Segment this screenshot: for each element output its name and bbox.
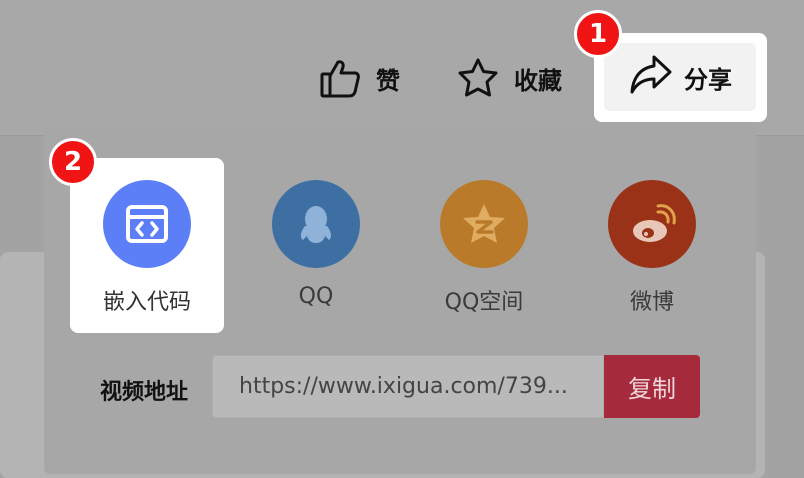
weibo-icon bbox=[608, 180, 696, 268]
like-button[interactable]: 赞 bbox=[318, 56, 400, 100]
share-option-weibo[interactable]: 微博 bbox=[577, 180, 727, 316]
embed-code-icon bbox=[103, 180, 191, 268]
share-option-label: QQ bbox=[298, 284, 334, 309]
share-option-qq[interactable]: QQ bbox=[241, 180, 391, 309]
annotation-badge-2: 2 bbox=[49, 138, 97, 186]
favorite-label: 收藏 bbox=[514, 66, 562, 95]
share-option-label: 嵌入代码 bbox=[102, 290, 191, 315]
star-icon bbox=[456, 56, 500, 100]
share-label: 分享 bbox=[684, 65, 732, 94]
qzone-icon bbox=[440, 180, 528, 268]
share-option-embed-code[interactable]: 嵌入代码 bbox=[72, 180, 222, 316]
share-option-label: 微博 bbox=[629, 290, 674, 315]
share-option-qzone[interactable]: QQ空间 bbox=[409, 180, 559, 316]
copy-button[interactable]: 复制 bbox=[604, 355, 700, 418]
video-url-label: 视频地址 bbox=[100, 380, 189, 405]
favorite-button[interactable]: 收藏 bbox=[456, 56, 562, 100]
share-button[interactable]: 分享 bbox=[604, 43, 756, 111]
share-arrow-icon bbox=[628, 52, 674, 102]
thumbs-up-icon bbox=[318, 56, 362, 100]
like-label: 赞 bbox=[376, 66, 400, 95]
annotation-badge-1: 1 bbox=[574, 10, 622, 58]
share-option-label: QQ空间 bbox=[444, 290, 524, 315]
video-url-field[interactable]: https://www.ixigua.com/739... bbox=[212, 355, 604, 418]
qq-icon bbox=[272, 180, 360, 268]
